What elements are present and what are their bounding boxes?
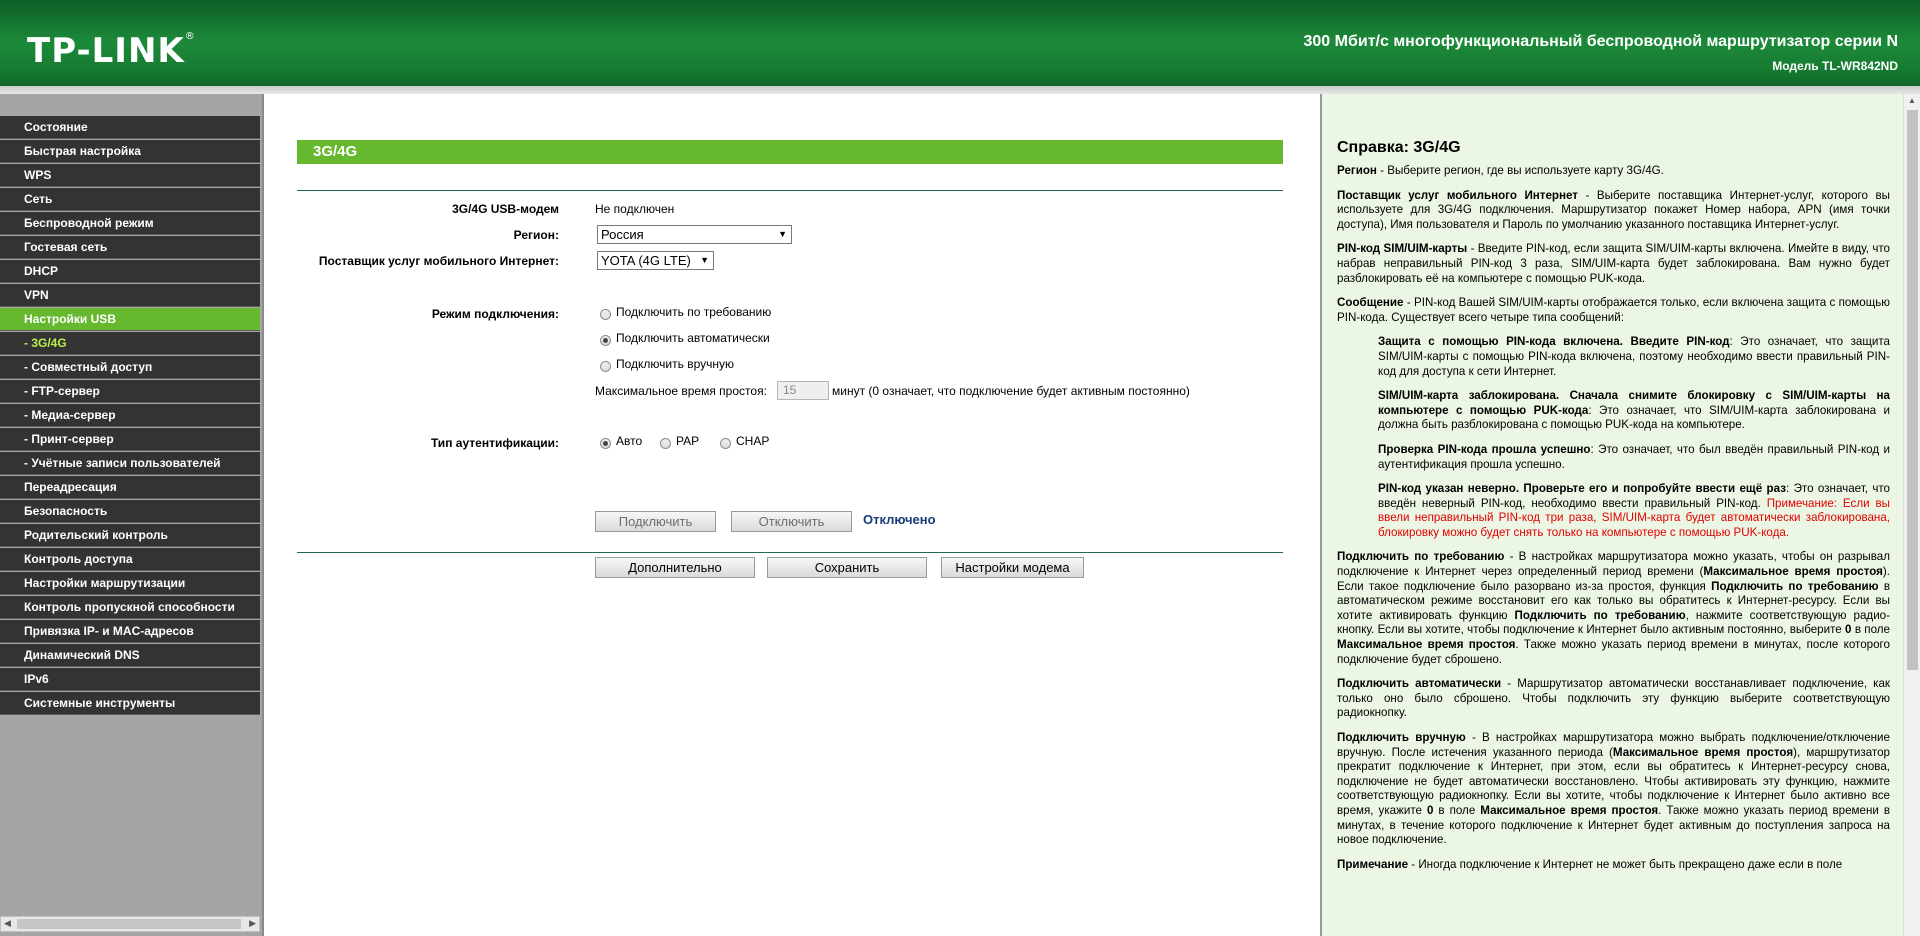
dropdown-arrow-icon: ▼	[700, 255, 709, 265]
section-title: 3G/4G	[297, 140, 1283, 164]
sidebar-item-routing[interactable]: Настройки маршрутизации	[0, 572, 260, 595]
main-panel: 3G/4G 3G/4G USB-модем Не подключен Регио…	[266, 94, 1320, 936]
provider-label: Поставщик услуг мобильного Интернет:	[318, 254, 559, 268]
help-paragraph: Поставщик услуг мобильного Интернет - Вы…	[1337, 188, 1890, 231]
sidebar-item-access-control[interactable]: Контроль доступа	[0, 548, 260, 571]
sidebar-item-ddns[interactable]: Динамический DNS	[0, 644, 260, 667]
help-vertical-scrollbar[interactable]: ▲	[1903, 94, 1920, 936]
sidebar-item-wireless[interactable]: Беспроводной режим	[0, 212, 260, 235]
sidebar-item-network[interactable]: Сеть	[0, 188, 260, 211]
connect-button[interactable]: Подключить	[595, 511, 716, 532]
help-content: Справка: 3G/4G Регион - Выберите регион,…	[1337, 138, 1890, 882]
sidebar-subitem-media-server[interactable]: - Медиа-сервер	[0, 404, 260, 427]
sidebar-item-security[interactable]: Безопасность	[0, 500, 260, 523]
help-paragraph: SIM/UIM-карта заблокирована. Сначала сни…	[1378, 389, 1891, 432]
auth-chap-radio[interactable]	[720, 438, 731, 449]
modem-settings-button[interactable]: Настройки модема	[941, 557, 1084, 578]
sidebar-item-bandwidth-control[interactable]: Контроль пропускной способности	[0, 596, 260, 619]
model-name: Модель TL-WR842ND	[1772, 59, 1898, 73]
sidebar-subitem-sharing[interactable]: - Совместный доступ	[0, 356, 260, 379]
help-paragraph: Регион - Выберите регион, где вы использ…	[1337, 164, 1664, 177]
sidebar-item-quick-setup[interactable]: Быстрая настройка	[0, 140, 260, 163]
sidebar-item-status[interactable]: Состояние	[0, 116, 260, 139]
disconnect-button[interactable]: Отключить	[731, 511, 852, 532]
help-paragraph: Сообщение - PIN-код Вашей SIM/UIM-карты …	[1337, 296, 1890, 324]
mode-manual-radio[interactable]	[600, 361, 611, 372]
sidebar: Состояние Быстрая настройка WPS Сеть Бес…	[0, 94, 264, 936]
sidebar-subitem-ftp-server[interactable]: - FTP-сервер	[0, 380, 260, 403]
sidebar-item-wps[interactable]: WPS	[0, 164, 260, 187]
help-paragraph: Подключить по требованию - В настройках …	[1337, 550, 1891, 666]
auth-auto-label[interactable]: Авто	[616, 434, 642, 448]
help-paragraph: Подключить автоматически - Маршрутизатор…	[1337, 677, 1891, 720]
idle-time-label: Максимальное время простоя:	[595, 384, 767, 398]
help-paragraph: Примечание - Иногда подключение к Интерн…	[1337, 857, 1843, 871]
save-button[interactable]: Сохранить	[767, 557, 927, 578]
header: TP-LINK® 300 Мбит/с многофункциональный …	[0, 0, 1920, 94]
scrollbar-thumb[interactable]	[17, 919, 241, 929]
mode-on-demand-label[interactable]: Подключить по требованию	[616, 305, 771, 319]
connection-mode-label: Режим подключения:	[431, 307, 559, 321]
help-title: Справка: 3G/4G	[1337, 139, 1461, 156]
auth-type-label: Тип аутентификации:	[430, 436, 559, 450]
sidebar-item-dhcp[interactable]: DHCP	[0, 260, 260, 283]
auth-auto-radio[interactable]	[600, 438, 611, 449]
mode-manual-label[interactable]: Подключить вручную	[616, 357, 734, 371]
help-paragraph: Проверка PIN-кода прошла успешно: Это оз…	[1378, 442, 1891, 471]
tp-link-logo: TP-LINK®	[27, 31, 196, 71]
advanced-button[interactable]: Дополнительно	[595, 557, 755, 578]
sidebar-item-usb-settings[interactable]: Настройки USB	[0, 308, 260, 331]
modem-status-value: Не подключен	[595, 202, 675, 216]
help-panel: Справка: 3G/4G Регион - Выберите регион,…	[1320, 94, 1920, 936]
scroll-right-icon[interactable]: ▶	[249, 918, 256, 929]
scroll-left-icon[interactable]: ◀	[4, 918, 11, 929]
sidebar-item-forwarding[interactable]: Переадресация	[0, 476, 260, 499]
sidebar-subitem-print-server[interactable]: - Принт-сервер	[0, 428, 260, 451]
bottom-divider	[297, 552, 1283, 553]
help-paragraph: Защита с помощью PIN-кода включена. Введ…	[1378, 335, 1890, 378]
help-paragraph: Подключить вручную - В настройках маршру…	[1337, 731, 1890, 847]
scrollbar-thumb[interactable]	[1907, 110, 1918, 670]
sidebar-subitem-3g4g[interactable]: - 3G/4G	[0, 332, 260, 355]
auth-pap-radio[interactable]	[660, 438, 671, 449]
product-title: 300 Мбит/с многофункциональный беспровод…	[1303, 33, 1899, 50]
sidebar-item-ip-mac-binding[interactable]: Привязка IP- и MAC-адресов	[0, 620, 260, 643]
mode-auto-label[interactable]: Подключить автоматически	[616, 331, 770, 345]
dropdown-arrow-icon: ▼	[778, 229, 787, 239]
header-divider	[0, 86, 1920, 94]
provider-select[interactable]: YOTA (4G LTE) ▼	[597, 251, 714, 270]
help-paragraph: PIN-код указан неверно. Проверьте его и …	[1378, 482, 1890, 539]
mode-auto-radio[interactable]	[600, 335, 611, 346]
sidebar-item-vpn[interactable]: VPN	[0, 284, 260, 307]
region-label: Регион:	[513, 228, 559, 242]
mode-on-demand-radio[interactable]	[600, 309, 611, 320]
connection-status: Отключено	[863, 512, 936, 527]
sidebar-item-parental-control[interactable]: Родительский контроль	[0, 524, 260, 547]
idle-time-input[interactable]: 15	[777, 381, 829, 400]
top-divider	[297, 190, 1283, 191]
scroll-up-icon[interactable]: ▲	[1908, 96, 1916, 105]
idle-time-suffix: минут (0 означает, что подключение будет…	[832, 384, 1190, 398]
help-paragraph: PIN-код SIM/UIM-карты - Введите PIN-код,…	[1337, 242, 1890, 285]
auth-chap-label[interactable]: CHAP	[736, 434, 769, 448]
sidebar-item-ipv6[interactable]: IPv6	[0, 668, 260, 691]
auth-pap-label[interactable]: PAP	[676, 434, 699, 448]
modem-label: 3G/4G USB-модем	[452, 202, 559, 216]
region-select[interactable]: Россия ▼	[597, 225, 792, 244]
sidebar-item-guest-network[interactable]: Гостевая сеть	[0, 236, 260, 259]
sidebar-item-system-tools[interactable]: Системные инструменты	[0, 692, 260, 715]
sidebar-horizontal-scrollbar[interactable]: ◀ ▶	[0, 916, 260, 932]
sidebar-subitem-user-accounts[interactable]: - Учётные записи пользователей	[0, 452, 260, 475]
